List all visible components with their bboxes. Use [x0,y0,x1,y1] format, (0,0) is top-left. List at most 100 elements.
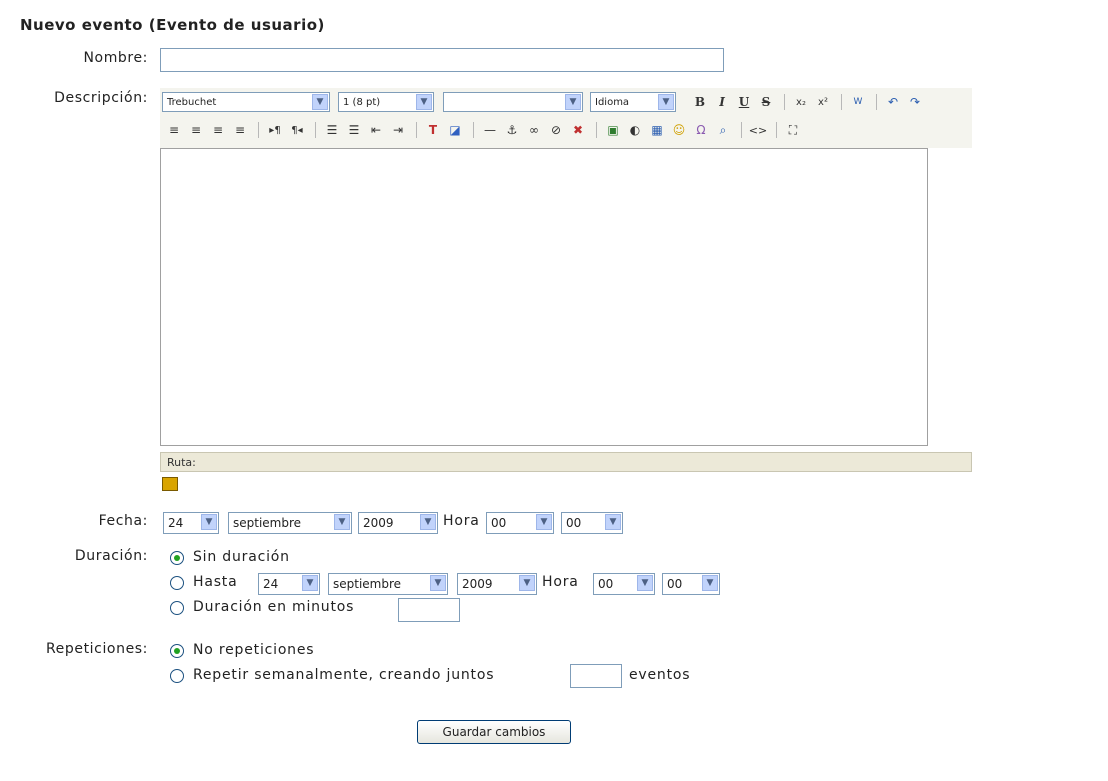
justify-icon[interactable]: ≡ [230,120,250,140]
nolink-icon[interactable]: ✖ [568,120,588,140]
font-size-value: 1 (8 pt) [343,96,381,108]
hr-icon[interactable]: — [480,120,500,140]
radio-sin-duracion[interactable] [170,551,184,565]
nombre-label: Nombre: [83,50,148,66]
chevron-down-icon: ▼ [536,514,552,530]
chevron-down-icon: ▼ [201,514,217,530]
language-select[interactable]: Idioma ▼ [590,92,676,112]
toolbar-separator [416,122,417,138]
radio-hasta[interactable] [170,576,184,590]
chevron-down-icon: ▼ [658,94,674,110]
underline-icon[interactable]: U [734,92,754,112]
repeticiones-count-input[interactable] [570,664,622,688]
description-editor[interactable] [160,148,928,446]
hasta-month-select[interactable]: septiembre ▼ [328,573,448,595]
hasta-month-value: septiembre [333,577,402,591]
ltr-icon[interactable]: ▸¶ [265,120,285,140]
smiley-icon[interactable]: ☺ [669,120,689,140]
repetir-semanalmente-label: Repetir semanalmente, creando juntos [193,667,495,683]
repeticiones-label: Repeticiones: [45,641,148,657]
undo-icon[interactable]: ↶ [883,92,903,112]
subscript-icon[interactable]: x₂ [791,92,811,112]
sin-duracion-label: Sin duración [193,549,290,565]
superscript-icon[interactable]: x² [813,92,833,112]
link-icon[interactable]: ∞ [524,120,544,140]
font-family-select[interactable]: Trebuchet ▼ [162,92,330,112]
fecha-day-value: 24 [168,516,184,530]
fecha-label: Fecha: [98,513,148,529]
italic-icon[interactable]: I [712,92,732,112]
font-family-value: Trebuchet [167,96,217,108]
rtl-icon[interactable]: ¶◂ [287,120,307,140]
fecha-year-value: 2009 [363,516,394,530]
unlink-icon[interactable]: ⊘ [546,120,566,140]
radio-no-repeticiones[interactable] [170,644,184,658]
radio-repetir-semanalmente[interactable] [170,669,184,683]
nombre-input[interactable] [160,48,724,72]
chevron-down-icon: ▼ [416,94,432,110]
special-char-icon[interactable]: Ω [691,120,711,140]
hasta-hour-select[interactable]: 00 ▼ [593,573,655,595]
fecha-hour-value: 00 [491,516,507,530]
chevron-down-icon: ▼ [637,575,653,591]
duracion-label: Duración: [74,548,148,564]
strikethrough-icon[interactable]: S [756,92,776,112]
bold-icon[interactable]: B [690,92,710,112]
fecha-minute-select[interactable]: 00 ▼ [561,512,623,534]
hasta-minute-select[interactable]: 00 ▼ [662,573,720,595]
chevron-down-icon: ▼ [420,514,436,530]
ordered-list-icon[interactable]: ☰ [322,120,342,140]
align-center-icon[interactable]: ≡ [186,120,206,140]
text-color-icon[interactable]: T [423,120,443,140]
fecha-year-select[interactable]: 2009 ▼ [358,512,438,534]
hasta-year-value: 2009 [462,577,493,591]
radio-duracion-minutos[interactable] [170,601,184,615]
toolbar-separator [784,94,785,110]
save-changes-button[interactable]: Guardar cambios [417,720,571,744]
toolbar-separator [596,122,597,138]
html-source-icon[interactable]: <> [748,120,768,140]
search-replace-icon[interactable]: ⌕ [713,120,733,140]
fullscreen-icon[interactable]: ⛶ [783,120,803,140]
hasta-day-select[interactable]: 24 ▼ [258,573,320,595]
redo-icon[interactable]: ↷ [905,92,925,112]
descripcion-label: Descripción: [54,90,148,106]
outdent-icon[interactable]: ⇤ [366,120,386,140]
fecha-month-value: septiembre [233,516,302,530]
align-right-icon[interactable]: ≡ [208,120,228,140]
chevron-down-icon: ▼ [312,94,328,110]
toolbar-separator [776,122,777,138]
hasta-year-select[interactable]: 2009 ▼ [457,573,537,595]
page-title: Nuevo evento (Evento de usuario) [20,16,325,34]
fecha-minute-value: 00 [566,516,582,530]
editor-path-bar: Ruta: [160,452,972,472]
toolbar-separator [473,122,474,138]
anchor-icon[interactable]: ⚓ [502,120,522,140]
spellcheck-icon[interactable] [162,477,178,491]
image-icon[interactable]: ▣ [603,120,623,140]
toolbar-separator [841,94,842,110]
toolbar-separator [258,122,259,138]
toolbar-separator [315,122,316,138]
indent-icon[interactable]: ⇥ [388,120,408,140]
hasta-day-value: 24 [263,577,279,591]
fecha-month-select[interactable]: septiembre ▼ [228,512,352,534]
toolbar-separator [741,122,742,138]
duracion-minutos-input[interactable] [398,598,460,622]
chevron-down-icon: ▼ [605,514,621,530]
fecha-hour-select[interactable]: 00 ▼ [486,512,554,534]
fecha-day-select[interactable]: 24 ▼ [163,512,219,534]
no-repeticiones-label: No repeticiones [193,642,315,658]
eventos-label: eventos [629,667,691,683]
style-select[interactable]: ▼ [443,92,583,112]
table-icon[interactable]: ▦ [647,120,667,140]
clean-word-icon[interactable]: W [848,92,868,112]
font-size-select[interactable]: 1 (8 pt) ▼ [338,92,434,112]
media-icon[interactable]: ◐ [625,120,645,140]
fecha-hora-label: Hora [443,513,480,529]
hasta-minute-value: 00 [667,577,683,591]
align-left-icon[interactable]: ≡ [164,120,184,140]
language-value: Idioma [595,96,630,108]
unordered-list-icon[interactable]: ☰ [344,120,364,140]
bg-color-icon[interactable]: ◪ [445,120,465,140]
